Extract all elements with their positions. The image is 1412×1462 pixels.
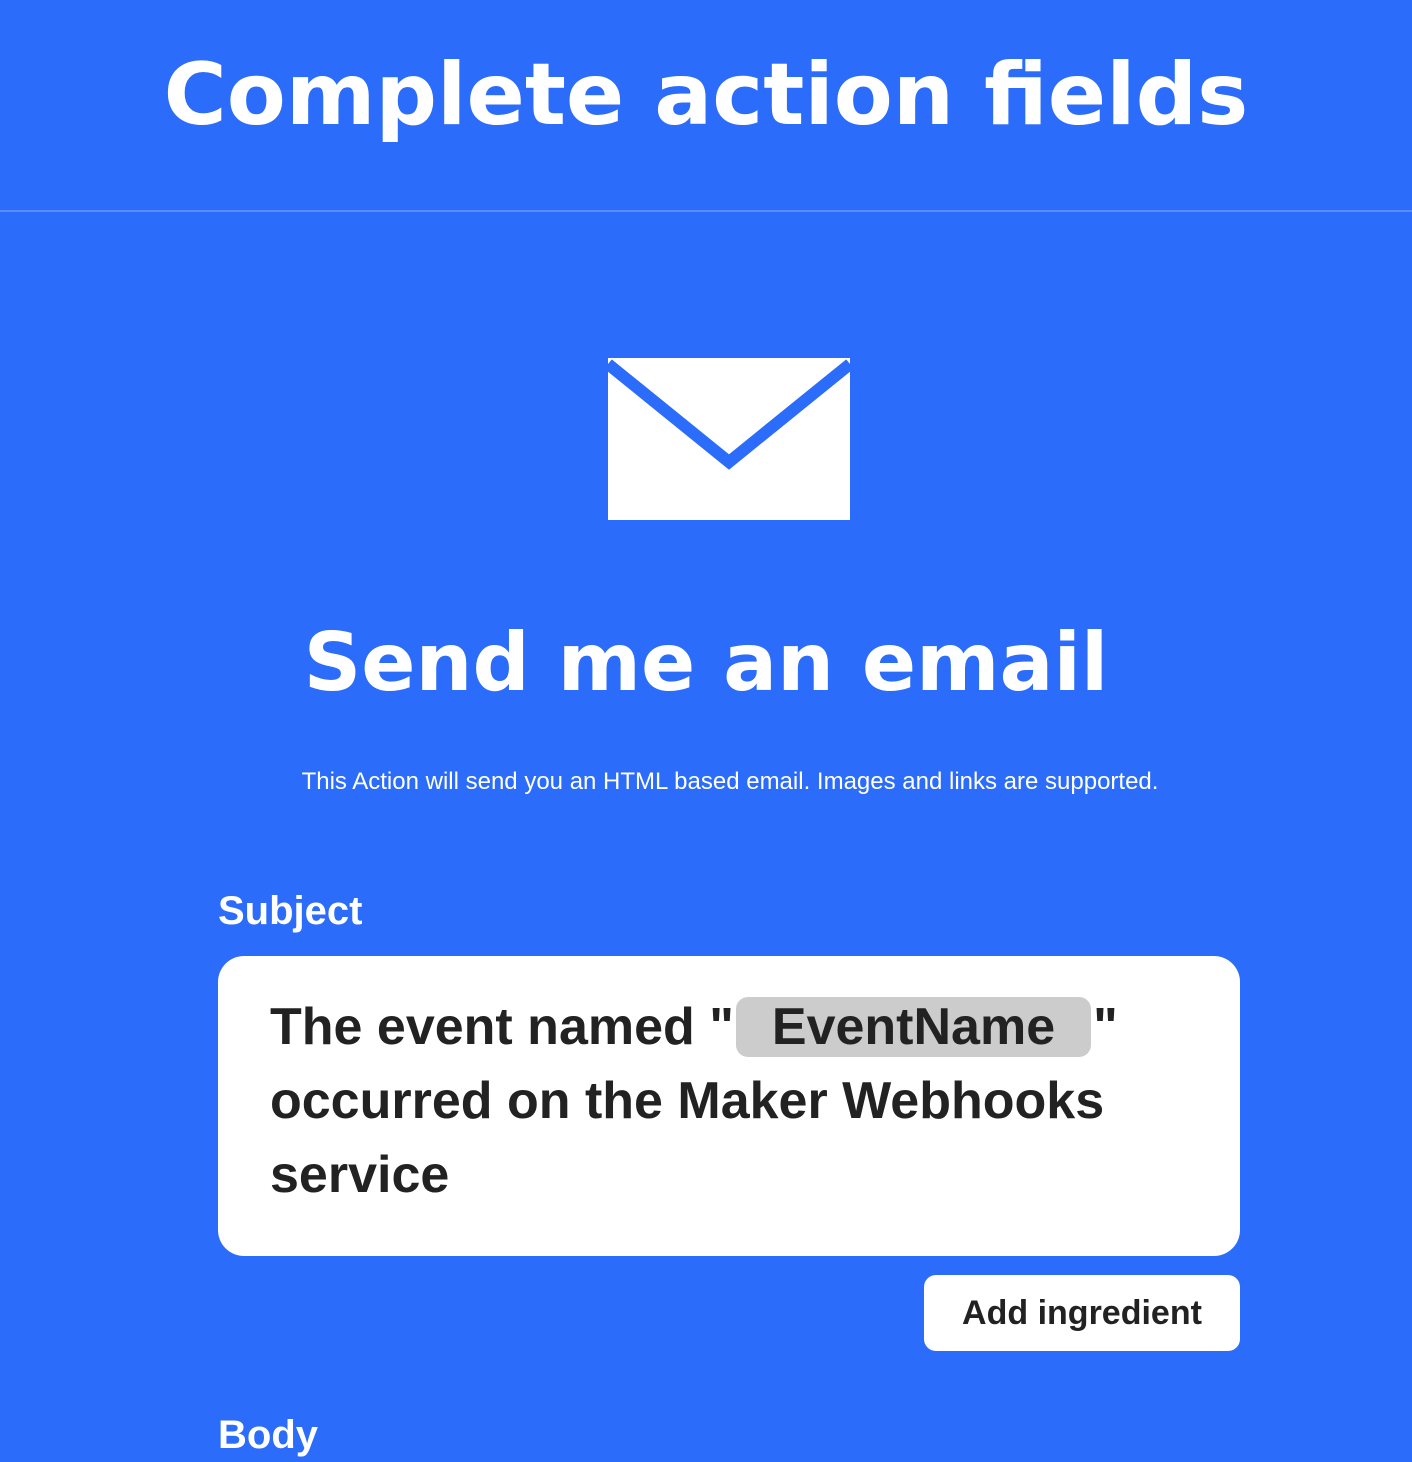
subject-label: Subject (218, 889, 363, 933)
subject-input[interactable]: The event named " EventName " occurred on … (218, 956, 1240, 1256)
action-title: Send me an email (303, 616, 1109, 709)
action-description: This Action will send you an HTML based … (301, 768, 1159, 795)
body-label: Body (218, 1413, 318, 1457)
ingredient-pill[interactable]: EventName (735, 997, 1092, 1057)
email-envelope-icon (608, 358, 850, 520)
subject-text-before: The event named " (270, 998, 734, 1056)
header: Complete action fields (0, 0, 1412, 212)
add-ingredient-button[interactable]: Add ingredient (924, 1275, 1240, 1351)
page-title: Complete action fields (163, 45, 1249, 145)
